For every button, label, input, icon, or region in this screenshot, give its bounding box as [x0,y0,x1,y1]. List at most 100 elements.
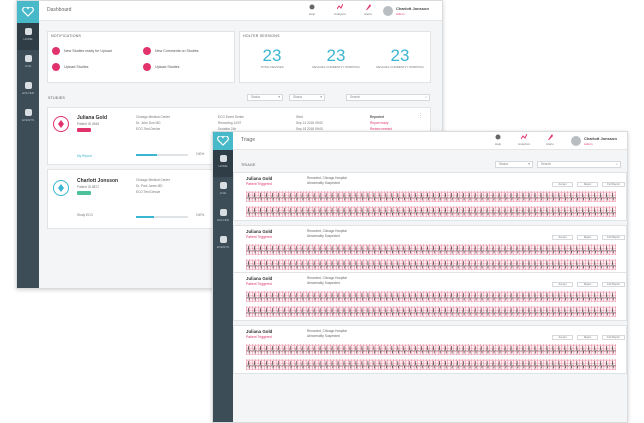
event-info: Recorded, Chicago Hospital [307,229,347,233]
event-info: Recorded, Chicago Hospital [307,276,347,280]
accept-button[interactable]: Accept [552,235,573,240]
ecg-strip [246,344,616,355]
reject-button[interactable]: Reject [577,282,598,287]
ecg-waveform [246,245,616,254]
chevron-down-icon: ▾ [320,95,322,99]
event-info: Abnormality Suspected [307,281,340,285]
study-date: Sep 14 2018 09:00 [296,121,323,125]
ecg-event-card[interactable]: Juliana Gold Patient Triggered Recorded,… [233,172,627,221]
patient-icon [58,184,64,192]
sidebar-item-events[interactable]: Events [17,104,39,131]
user-name: Charlott Jonsson [396,6,429,11]
sidebar-item-holter[interactable]: Holter [17,77,39,104]
progress-fill [136,154,157,156]
heart-logo-icon [217,136,229,146]
status-filter[interactable]: Status ▾ [247,94,283,101]
patient-avatar [53,116,69,132]
study-start: Start [296,115,303,119]
more-options-icon[interactable]: ⋮ [418,113,423,119]
notification-text: Upload Studies [64,65,89,69]
sidebar: Home Live Holter Events [17,1,39,288]
search-input[interactable]: Search ⌕ [346,94,430,101]
report-note: Report ready [370,121,389,125]
sidebar-item-holter[interactable]: Holter [213,204,233,231]
search-input[interactable]: Search ⌕ [537,161,621,168]
analytics-button[interactable]: Analytics [513,134,535,146]
sidebar-item-label: Holter [217,218,229,222]
ecg-strip [246,244,616,255]
full-report-button[interactable]: Full Report [602,235,625,240]
notification-item[interactable]: New Studies ready for Upload [52,47,112,55]
help-icon [309,4,315,10]
status-badge [77,191,91,195]
help-button[interactable]: Help [301,4,323,16]
patient-id: Patient ID 8872 [77,185,99,189]
section-title: Holter Sessions [243,34,280,38]
sidebar: Home Live Holter Events [213,132,233,422]
holter-icon [219,209,227,216]
status-filter[interactable]: Status ▾ [495,161,533,168]
sidebar-item-events[interactable]: Events [213,231,233,258]
notification-item[interactable]: New Comments on Studies [143,47,199,55]
device: ECG Test Device [136,127,161,131]
ecg-strip [246,359,616,370]
stat-working-devices: 23 Devices Currently Working [306,47,366,70]
reject-button[interactable]: Reject [577,335,598,340]
study-link[interactable]: Study ECG [77,213,93,217]
full-report-button[interactable]: Full Report [602,182,625,187]
sidebar-item-label: Holter [22,91,34,95]
patient-name: Juliana Gold [246,176,273,181]
sidebar-item-home[interactable]: Home [17,23,39,50]
sidebar-item-label: Live [219,191,227,195]
ecg-event-card[interactable]: Juliana Gold Patient Triggered Recorded,… [233,272,627,321]
patient-name: Charlott Jonsson [77,178,119,184]
avatar[interactable] [383,6,393,16]
ecg-strip [246,306,616,317]
live-icon [219,182,227,189]
ecg-waveform [246,345,616,354]
reject-button[interactable]: Reject [577,235,598,240]
ecg-event-card[interactable]: Juliana Gold Patient Triggered Recorded,… [233,325,627,374]
notification-item[interactable]: Upload Studies [143,63,179,71]
chevron-down-icon: ▾ [278,95,280,99]
stat-caption: Devices Currently Working [376,65,424,69]
help-button[interactable]: Help [487,134,509,146]
sidebar-item-home[interactable]: Home [213,150,233,177]
full-report-button[interactable]: Full Report [602,335,625,340]
sidebar-item-live[interactable]: Live [17,50,39,77]
reject-button[interactable]: Reject [577,182,598,187]
patient-name: Juliana Gold [246,276,273,281]
app-logo[interactable] [17,1,39,23]
filter-label: Status [499,162,509,166]
notification-text: New Studies ready for Upload [64,49,112,53]
chevron-down-icon: ▾ [528,162,530,166]
avatar[interactable] [571,136,581,146]
stat-total-devices: 23 Total Devices [242,47,302,70]
analytics-button[interactable]: Analytics [329,4,351,16]
doctor: Dr. John Doe MD [136,121,161,125]
home-icon [24,28,32,35]
full-report-button[interactable]: Full Report [602,282,625,287]
ecg-waveform [246,292,616,301]
ecg-event-card[interactable]: Juliana Gold Patient Triggered Recorded,… [233,225,627,274]
accept-button[interactable]: Accept [552,182,573,187]
patient-name: Juliana Gold [246,229,273,234]
report-link[interactable]: My Report [77,154,92,158]
ecg-strip [246,191,616,202]
ecg-trace [246,345,616,354]
patient-card[interactable]: Charlott Jonsson Patient ID 8872 Chicago… [47,169,223,229]
alerts-button[interactable]: Alerts [357,4,379,16]
notification-item[interactable]: Upload Studies [52,63,88,71]
search-icon: ⌕ [616,162,618,166]
sidebar-item-live[interactable]: Live [213,177,233,204]
status-filter[interactable]: Status ▾ [289,94,325,101]
alerts-button[interactable]: Alerts [539,134,561,146]
accept-button[interactable]: Accept [552,282,573,287]
stat-working-devices: 23 Devices Currently Working [370,47,430,70]
accept-button[interactable]: Accept [552,335,573,340]
analytics-icon [337,4,343,10]
user-name: Charlott Jonsson [584,136,617,141]
app-logo[interactable] [213,132,233,150]
top-bar: Triage Help Analytics Alerts Charlott Jo… [233,132,627,150]
home-icon [219,155,227,162]
